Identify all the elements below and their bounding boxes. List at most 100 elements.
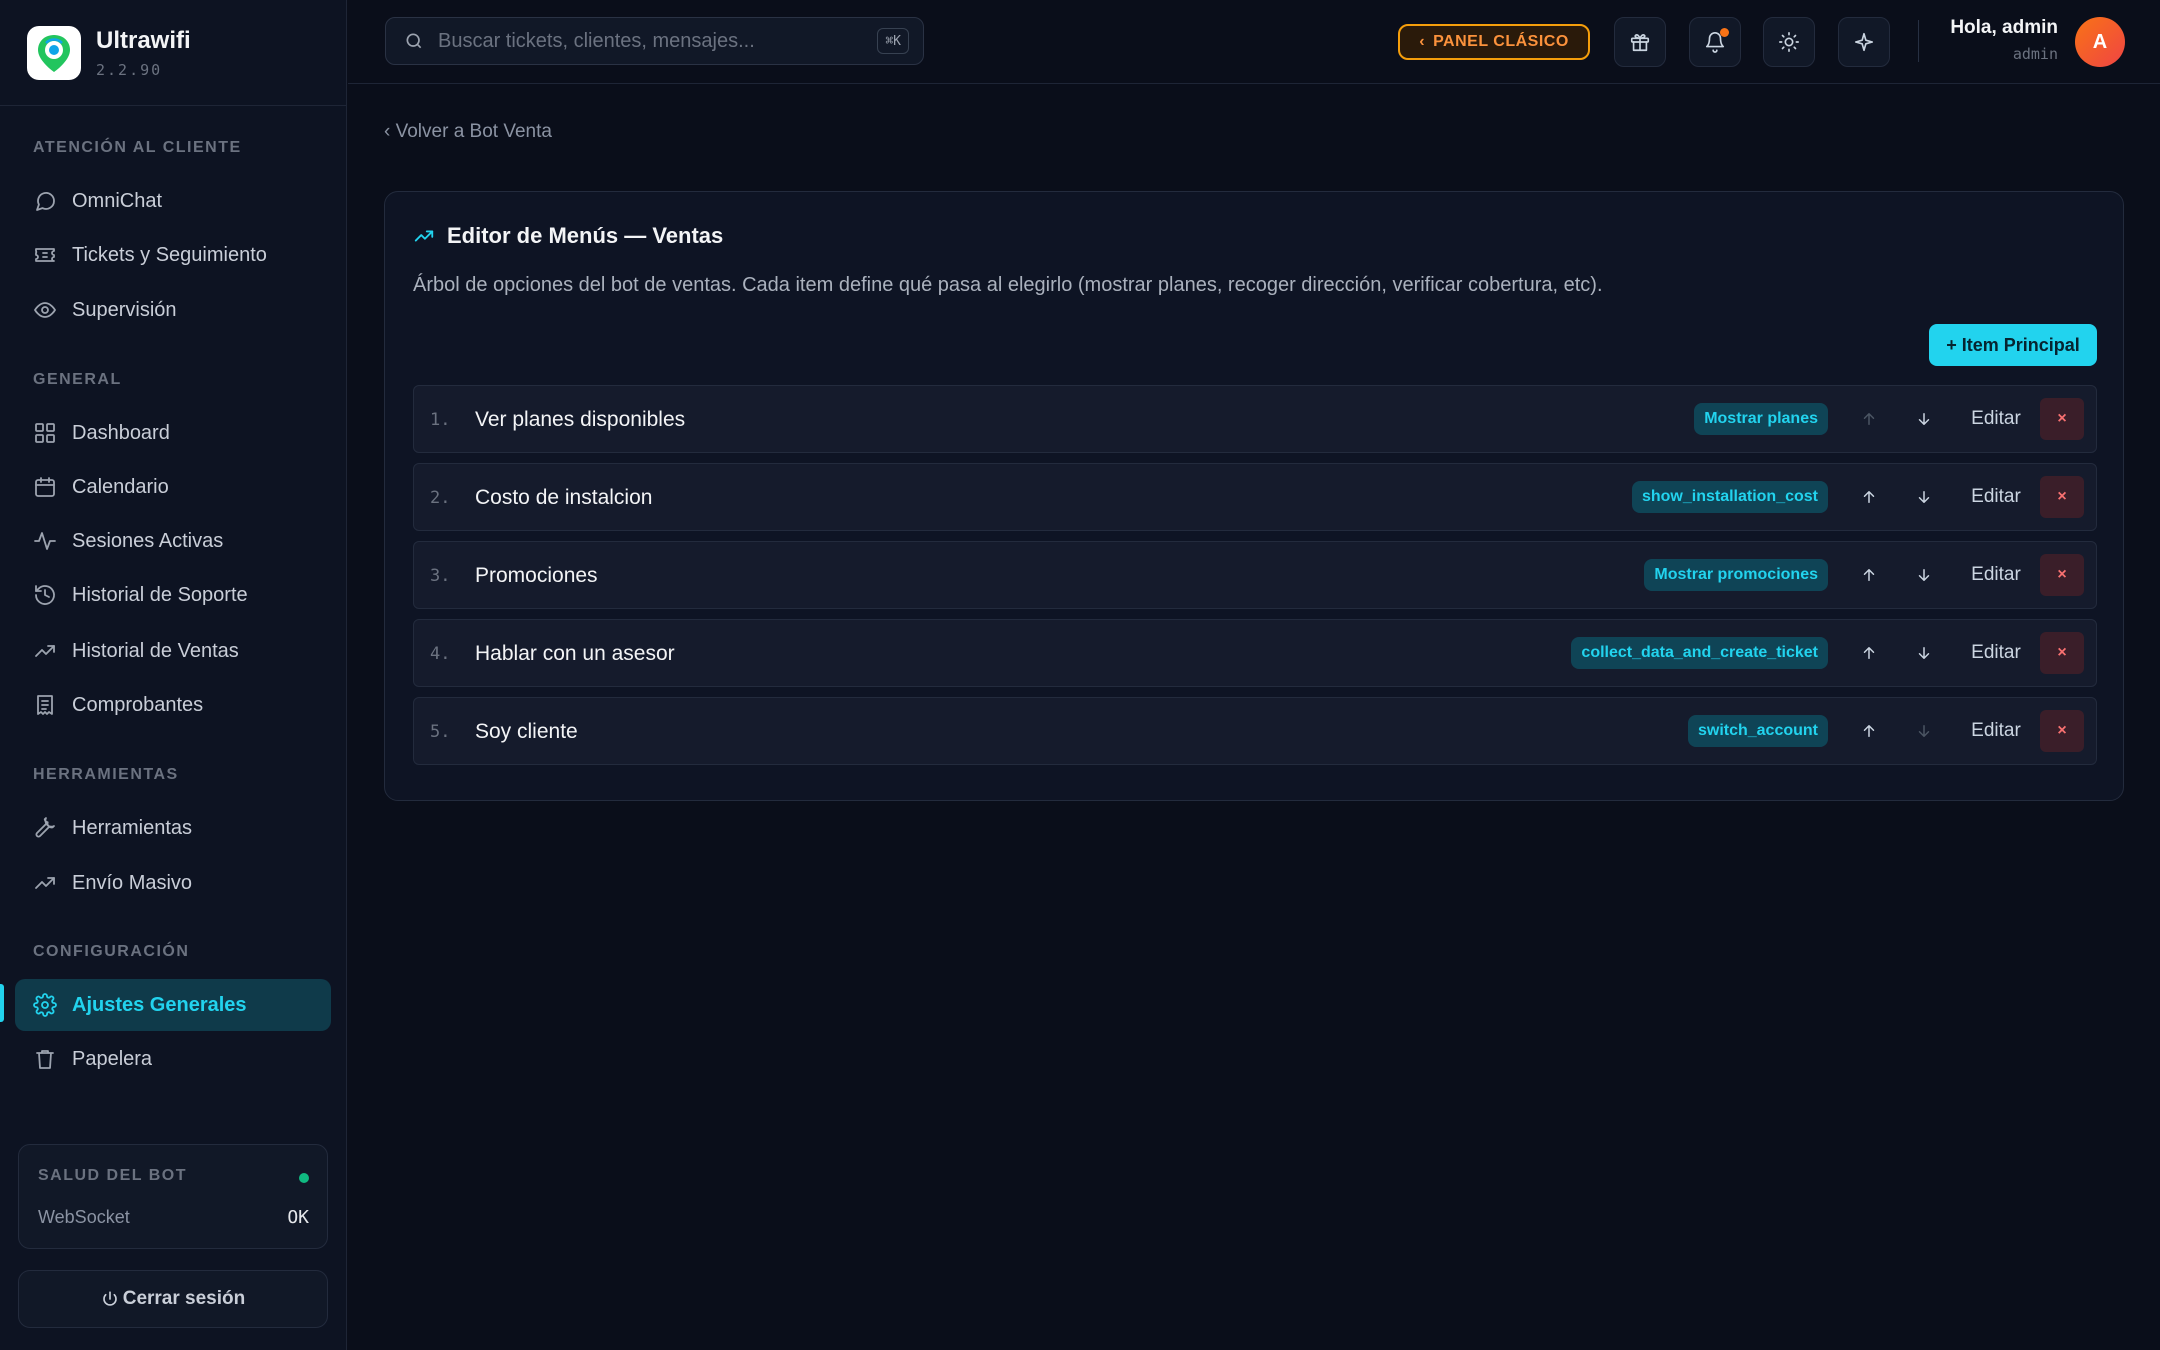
sidebar-item-supervision[interactable]: Supervisión	[15, 284, 331, 336]
delete-button[interactable]: ×	[2040, 710, 2084, 752]
item-number: 1.	[430, 410, 451, 430]
sidebar-item-ajustes-generales[interactable]: Ajustes Generales	[15, 979, 331, 1031]
item-number: 2.	[430, 488, 451, 508]
sidebar-item-label: Papelera	[72, 1047, 153, 1070]
arrow-up-icon	[1863, 491, 1875, 503]
wrench-icon	[35, 817, 55, 838]
notifications-button[interactable]	[1689, 17, 1741, 67]
edit-button[interactable]: Editar	[1956, 710, 2036, 752]
item-action-badge: show_installation_cost	[1631, 481, 1828, 513]
move-up-button[interactable]	[1846, 710, 1892, 752]
delete-button[interactable]: ×	[2040, 476, 2084, 518]
move-up-button[interactable]	[1846, 632, 1892, 674]
ultrawifi-logo-icon	[27, 25, 81, 80]
card-title: Editor de Menús — Ventas	[413, 223, 723, 249]
app-version: 2.2.90	[96, 60, 163, 79]
move-up-button[interactable]	[1846, 476, 1892, 518]
sparkle-icon	[1854, 32, 1874, 52]
search-shortcut: ⌘K	[877, 28, 909, 54]
sidebar-item-label: Supervisión	[72, 298, 177, 321]
gift-icon	[1630, 34, 1650, 52]
arrow-up-icon	[1863, 647, 1875, 659]
section-title-atencion: ATENCIÓN AL CLIENTE	[33, 139, 242, 156]
ticket-icon	[35, 248, 55, 262]
sidebar-item-calendario[interactable]: Calendario	[15, 461, 331, 513]
sidebar-item-label: OmniChat	[72, 189, 163, 212]
section-title-herramientas: HERRAMIENTAS	[33, 766, 179, 783]
move-down-button[interactable]	[1901, 632, 1947, 674]
item-label: Ver planes disponibles	[475, 408, 686, 431]
edit-button[interactable]: Editar	[1956, 554, 2036, 596]
sidebar-item-omnichat[interactable]: OmniChat	[15, 175, 331, 227]
logout-button[interactable]: Cerrar sesión	[18, 1270, 328, 1328]
user-greeting: Hola, admin	[1950, 17, 2058, 38]
sidebar-item-papelera[interactable]: Papelera	[15, 1033, 331, 1085]
sidebar-item-tickets[interactable]: Tickets y Seguimiento	[15, 229, 331, 281]
ai-assistant-button[interactable]	[1838, 17, 1890, 67]
sidebar-item-historial-ventas[interactable]: Historial de Ventas	[15, 625, 331, 677]
item-action-badge: Mostrar promociones	[1644, 559, 1828, 591]
sidebar-item-historial-soporte[interactable]: Historial de Soporte	[15, 569, 331, 621]
trash-icon	[36, 1050, 54, 1069]
card-title-text: Editor de Menús — Ventas	[447, 223, 724, 248]
edit-button[interactable]: Editar	[1956, 398, 2036, 440]
menu-item: 5. Soy cliente switch_account Editar ×	[413, 697, 2097, 765]
sidebar-item-label: Sesiones Activas	[72, 529, 224, 552]
move-down-button[interactable]	[1901, 476, 1947, 518]
arrow-up-icon	[1863, 413, 1875, 425]
move-down-button[interactable]	[1901, 398, 1947, 440]
delete-button[interactable]: ×	[2040, 554, 2084, 596]
item-action-badge: switch_account	[1687, 715, 1828, 747]
delete-button[interactable]: ×	[2040, 632, 2084, 674]
move-down-button[interactable]	[1901, 710, 1947, 752]
arrow-down-icon	[1918, 647, 1930, 659]
item-action-badge: Mostrar planes	[1694, 403, 1828, 435]
arrow-down-icon	[1918, 491, 1930, 503]
theme-toggle-button[interactable]	[1763, 17, 1815, 67]
avatar[interactable]: A	[2075, 17, 2125, 67]
move-up-button[interactable]	[1846, 398, 1892, 440]
sidebar-item-sesiones[interactable]: Sesiones Activas	[15, 515, 331, 567]
search-icon	[406, 33, 422, 49]
search-input[interactable]: Buscar tickets, clientes, mensajes... ⌘K	[385, 17, 924, 65]
back-link[interactable]: ‹ Volver a Bot Venta	[384, 121, 552, 143]
gift-button[interactable]	[1614, 17, 1666, 67]
power-icon	[102, 1291, 117, 1306]
delete-button[interactable]: ×	[2040, 398, 2084, 440]
brand: Ultrawifi 2.2.90	[0, 0, 346, 106]
sidebar-item-envio-masivo[interactable]: Envío Masivo	[15, 857, 331, 909]
activity-icon	[34, 532, 56, 550]
move-up-button[interactable]	[1846, 554, 1892, 596]
websocket-status: OK	[287, 1207, 309, 1228]
item-label: Promociones	[475, 564, 598, 587]
search-placeholder: Buscar tickets, clientes, mensajes...	[438, 29, 755, 52]
sidebar-item-herramientas[interactable]: Herramientas	[15, 802, 331, 854]
add-main-item-button[interactable]: + Item Principal	[1929, 324, 2097, 366]
sun-icon	[1779, 32, 1799, 52]
topbar: Buscar tickets, clientes, mensajes... ⌘K…	[348, 0, 2160, 84]
sidebar-item-label: Historial de Ventas	[72, 639, 239, 662]
move-down-button[interactable]	[1901, 554, 1947, 596]
edit-button[interactable]: Editar	[1956, 632, 2036, 674]
card-description: Árbol de opciones del bot de ventas. Cad…	[413, 274, 1603, 296]
chevron-left-icon: ‹	[1419, 33, 1426, 50]
gear-icon	[33, 993, 57, 1017]
notification-badge	[1720, 28, 1729, 37]
section-title-configuracion: CONFIGURACIÓN	[33, 943, 190, 960]
sidebar-item-label: Dashboard	[72, 421, 170, 444]
sidebar-item-label: Historial de Soporte	[72, 583, 248, 606]
trending-up-icon	[35, 877, 55, 889]
arrow-up-icon	[1863, 569, 1875, 581]
classic-panel-button[interactable]: ‹ PANEL CLÁSICO	[1398, 24, 1590, 60]
topbar-divider	[1918, 20, 1919, 62]
sidebar-item-dashboard[interactable]: Dashboard	[15, 407, 331, 459]
item-label: Costo de instalcion	[475, 486, 653, 509]
history-icon	[35, 585, 55, 605]
logout-label: Cerrar sesión	[122, 1288, 246, 1309]
menu-item: 4. Hablar con un asesor collect_data_and…	[413, 619, 2097, 687]
edit-button[interactable]: Editar	[1956, 476, 2036, 518]
sidebar-item-label: Calendario	[72, 475, 169, 498]
sidebar-item-comprobantes[interactable]: Comprobantes	[15, 679, 331, 731]
arrow-up-icon	[1863, 725, 1875, 737]
arrow-down-icon	[1918, 413, 1930, 425]
